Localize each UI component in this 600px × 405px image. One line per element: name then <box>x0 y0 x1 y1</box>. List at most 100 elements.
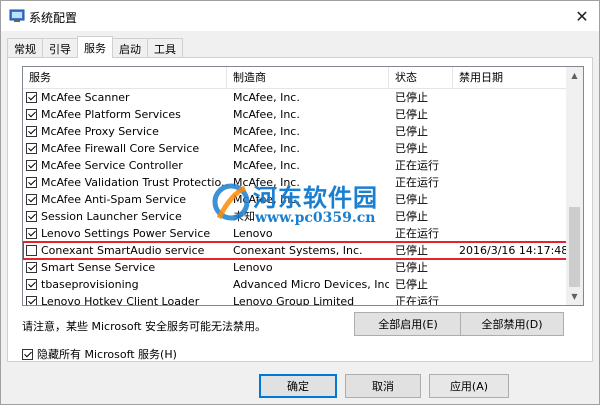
table-row[interactable]: Lenovo Hotkey Client Loader Lenovo Group … <box>23 293 567 306</box>
service-checkbox[interactable] <box>26 177 37 188</box>
disabled-date-cell <box>453 293 567 305</box>
manufacturer-cell: McAfee, Inc. <box>233 176 300 189</box>
ok-button[interactable]: 确定 <box>259 374 337 398</box>
table-row[interactable]: McAfee Scanner McAfee, Inc. 已停止 <box>23 89 567 106</box>
service-checkbox[interactable] <box>26 262 37 273</box>
disabled-date-cell <box>453 259 567 276</box>
tab-tools[interactable]: 工具 <box>147 38 183 58</box>
disabled-date-cell: 2016/3/16 14:17:48 <box>459 244 567 257</box>
service-checkbox[interactable] <box>26 160 37 171</box>
service-checkbox[interactable] <box>26 194 37 205</box>
service-name: McAfee Firewall Core Service <box>41 142 200 155</box>
title-bar[interactable]: 系统配置 ✕ <box>1 1 599 31</box>
service-name: McAfee Service Controller <box>41 159 183 172</box>
disabled-date-cell <box>453 89 567 106</box>
manufacturer-cell: McAfee, Inc. <box>233 91 300 104</box>
tab-boot[interactable]: 引导 <box>42 38 78 58</box>
enable-all-button[interactable]: 全部启用(E) <box>354 312 462 336</box>
manufacturer-cell: McAfee, Inc. <box>233 142 300 155</box>
status-cell: 正在运行 <box>395 176 439 189</box>
service-name: McAfee Platform Services <box>41 108 181 121</box>
table-row[interactable]: McAfee Service Controller McAfee, Inc. 正在运… <box>23 157 567 174</box>
service-name-cell: McAfee Scanner <box>23 89 227 106</box>
status-cell: 正在运行 <box>395 227 439 240</box>
hide-ms-label: 隐藏所有 Microsoft 服务(H) <box>37 348 177 361</box>
scroll-thumb[interactable] <box>569 207 580 287</box>
status-cell: 正在运行 <box>395 159 439 172</box>
table-row[interactable]: tbaseprovisioning Advanced Micro Devices,… <box>23 276 567 293</box>
service-name: tbaseprovisioning <box>41 278 139 291</box>
manufacturer-cell: McAfee, Inc. <box>233 125 300 138</box>
status-cell: 已停止 <box>395 142 428 155</box>
table-row[interactable]: McAfee Validation Trust Protectio... McAf… <box>23 174 567 191</box>
service-checkbox[interactable] <box>26 92 37 103</box>
service-name-cell: McAfee Anti-Spam Service <box>23 191 227 208</box>
hide-ms-checkbox[interactable] <box>22 348 33 360</box>
service-checkbox[interactable] <box>26 211 37 222</box>
service-name-cell: McAfee Service Controller <box>23 157 227 174</box>
cancel-button[interactable]: 取消 <box>345 374 421 398</box>
close-button[interactable]: ✕ <box>565 1 599 31</box>
manufacturer-cell: McAfee, Inc. <box>233 193 300 206</box>
column-header-disabled-date[interactable]: 禁用日期 <box>453 67 567 89</box>
status-cell: 已停止 <box>395 261 428 274</box>
service-name-cell: Smart Sense Service <box>23 259 227 276</box>
list-body: McAfee Scanner McAfee, Inc. 已停止 McAfee Plat… <box>23 89 568 306</box>
disabled-date-cell <box>453 106 567 123</box>
service-name-cell: Session Launcher Service <box>23 208 227 225</box>
apply-button[interactable]: 应用(A) <box>429 374 509 398</box>
system-config-window: 系统配置 ✕ 常规 引导 服务 启动 工具 服务 制造商 状态 禁用日期 McA… <box>0 0 600 405</box>
tab-general[interactable]: 常规 <box>7 38 43 58</box>
service-checkbox[interactable] <box>26 143 37 154</box>
service-name-cell: Lenovo Hotkey Client Loader <box>23 293 227 306</box>
service-name: McAfee Anti-Spam Service <box>41 193 186 206</box>
service-name-cell: Lenovo Settings Power Service <box>23 225 227 242</box>
service-checkbox[interactable] <box>26 245 37 256</box>
status-cell: 已停止 <box>395 210 428 223</box>
table-row[interactable]: McAfee Platform Services McAfee, Inc. 已停止 <box>23 106 567 123</box>
tab-services[interactable]: 服务 <box>77 36 113 58</box>
table-row[interactable]: Lenovo Settings Power Service Lenovo 正在运行 <box>23 225 567 242</box>
status-cell: 正在运行 <box>395 295 439 306</box>
disabled-date-cell <box>453 208 567 225</box>
service-name: Lenovo Hotkey Client Loader <box>41 295 200 306</box>
security-note: 请注意，某些 Microsoft 安全服务可能无法禁用。 <box>22 320 267 333</box>
service-name: McAfee Scanner <box>41 91 130 104</box>
service-checkbox[interactable] <box>26 296 37 305</box>
services-panel: 服务 制造商 状态 禁用日期 McAfee Scanner McAfee, Inc… <box>7 57 593 362</box>
service-checkbox[interactable] <box>26 126 37 137</box>
table-row[interactable]: McAfee Firewall Core Service McAfee, Inc.… <box>23 140 567 157</box>
column-header-manufacturer[interactable]: 制造商 <box>227 67 389 89</box>
scroll-up-icon[interactable]: ▲ <box>566 67 583 84</box>
manufacturer-cell: Conexant Systems, Inc. <box>233 244 363 257</box>
scroll-down-icon[interactable]: ▼ <box>566 288 583 305</box>
vertical-scrollbar[interactable]: ▲ ▼ <box>566 67 583 305</box>
service-name: Smart Sense Service <box>41 261 156 274</box>
service-checkbox[interactable] <box>26 109 37 120</box>
close-icon: ✕ <box>575 6 589 26</box>
column-header-service[interactable]: 服务 <box>23 67 227 89</box>
service-name: Conexant SmartAudio service <box>41 244 205 257</box>
hide-microsoft-services[interactable]: 隐藏所有 Microsoft 服务(H) <box>22 346 177 362</box>
service-checkbox[interactable] <box>26 279 37 290</box>
service-name-cell: tbaseprovisioning <box>23 276 227 293</box>
window-title: 系统配置 <box>29 11 78 25</box>
disabled-date-cell <box>453 140 567 157</box>
disable-all-button[interactable]: 全部禁用(D) <box>460 312 564 336</box>
service-name: Lenovo Settings Power Service <box>41 227 211 240</box>
table-row[interactable]: McAfee Proxy Service McAfee, Inc. 已停止 <box>23 123 567 140</box>
manufacturer-cell: 未知 <box>233 210 255 223</box>
tab-startup[interactable]: 启动 <box>112 38 148 58</box>
table-row[interactable]: Session Launcher Service 未知 已停止 <box>23 208 567 225</box>
manufacturer-cell: Advanced Micro Devices, Inc. <box>233 278 389 291</box>
service-checkbox[interactable] <box>26 228 37 239</box>
service-name-cell: McAfee Platform Services <box>23 106 227 123</box>
service-name: McAfee Proxy Service <box>41 125 159 138</box>
table-row[interactable]: Smart Sense Service Lenovo 已停止 <box>23 259 567 276</box>
column-header-status[interactable]: 状态 <box>389 67 453 89</box>
manufacturer-cell: McAfee, Inc. <box>233 159 300 172</box>
table-row[interactable]: McAfee Anti-Spam Service McAfee, Inc. 已停止 <box>23 191 567 208</box>
status-cell: 已停止 <box>395 91 428 104</box>
services-list[interactable]: 服务 制造商 状态 禁用日期 McAfee Scanner McAfee, Inc… <box>22 66 584 306</box>
table-row[interactable]: Conexant SmartAudio service Conexant Syst… <box>23 241 568 260</box>
